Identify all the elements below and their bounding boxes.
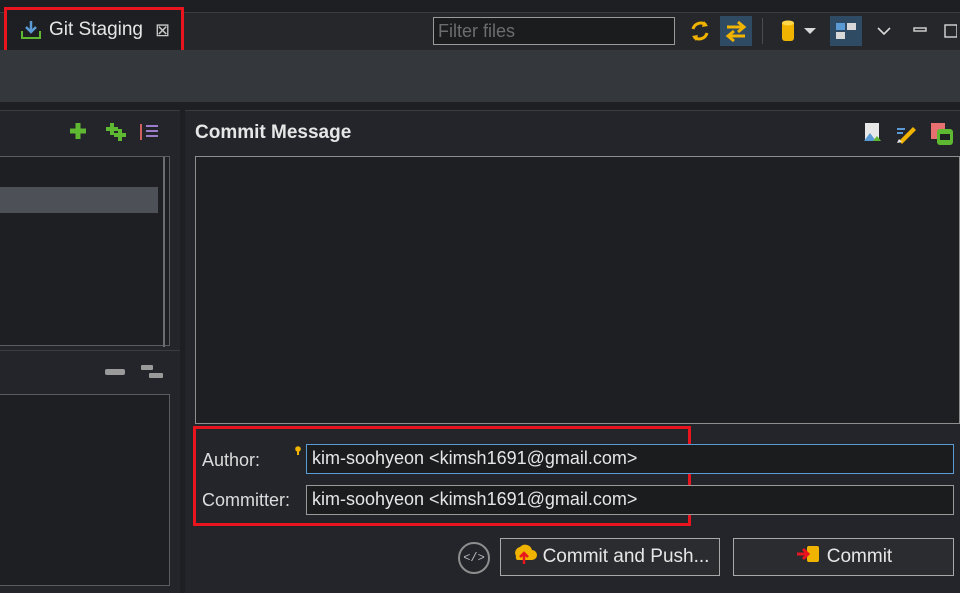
minimize-icon[interactable] — [906, 16, 934, 46]
view-menu-icon[interactable] — [870, 16, 898, 46]
list-item-selected[interactable] — [0, 187, 158, 213]
staged-header — [0, 350, 180, 390]
spell-check-icon[interactable] — [861, 121, 885, 150]
commit-and-push-button[interactable]: Commit and Push... — [500, 538, 720, 576]
maximize-icon[interactable] — [940, 16, 960, 46]
commit-push-icon — [511, 542, 537, 572]
dropdown-icon[interactable] — [798, 16, 822, 46]
commit-button[interactable]: Commit — [733, 538, 954, 576]
view-tab-bar: Git Staging ⊠ — [0, 0, 960, 53]
tree-icon[interactable] — [140, 363, 164, 386]
unstaged-changes-panel — [0, 110, 180, 350]
committer-field[interactable]: kim-soohyeon <kimsh1691@gmail.com> — [306, 485, 954, 515]
push-options-button[interactable]: </> — [458, 542, 490, 574]
commit-icon — [795, 542, 821, 572]
tab-git-staging[interactable]: Git Staging ⊠ — [4, 7, 184, 53]
toolbar-band — [0, 50, 960, 102]
commit-label: Commit — [826, 546, 893, 567]
unstaged-header — [0, 110, 180, 150]
unstaged-file-list[interactable] — [0, 156, 170, 347]
refresh-icon[interactable] — [684, 16, 716, 46]
sort-icon[interactable] — [138, 121, 162, 148]
tab-label: Git Staging — [49, 19, 143, 40]
staged-file-list[interactable] — [0, 394, 170, 586]
add-all-icon[interactable] — [104, 121, 128, 148]
compare-icon[interactable] — [720, 16, 752, 46]
close-icon[interactable]: ⊠ — [155, 20, 170, 41]
add-icon[interactable] — [68, 121, 88, 146]
author-label: Author: — [202, 450, 261, 470]
commit-message-title: Commit Message — [195, 122, 352, 143]
edit-message-icon[interactable] — [895, 121, 919, 150]
commit-message-textarea[interactable] — [195, 156, 960, 424]
amend-commit-icon[interactable] — [929, 121, 955, 152]
scrollbar[interactable] — [161, 157, 167, 347]
toolbar-separator — [762, 18, 763, 44]
commit-and-push-label: Commit and Push... — [542, 546, 710, 567]
git-staging-icon — [19, 19, 43, 41]
staged-changes-panel — [0, 350, 180, 593]
filter-files-input[interactable] — [433, 17, 675, 45]
layout-icon[interactable] — [830, 16, 862, 46]
content-assist-icon — [295, 443, 301, 455]
author-field[interactable]: kim-soohyeon <kimsh1691@gmail.com> — [306, 444, 954, 474]
collapse-icon[interactable] — [104, 365, 126, 383]
committer-label: Committer: — [202, 490, 291, 510]
